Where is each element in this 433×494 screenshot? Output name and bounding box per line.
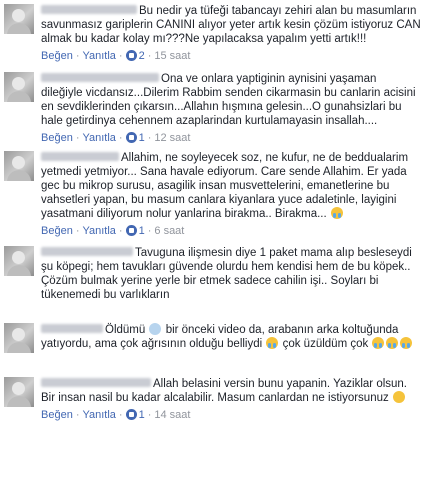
timestamp[interactable]: 15 saat [154, 50, 190, 62]
comment-actions: Beğen · Yanıtla · 2 · 15 saat [41, 50, 191, 62]
comment-text: Allahim, ne soyleyecek soz, ne kufur, ne… [41, 152, 409, 220]
comment-text: Bu nedir ya tüfeği tabancayı zehiri alan… [41, 5, 421, 45]
reply-button[interactable]: Yanıtla [82, 132, 115, 144]
like-count[interactable]: 1 [139, 225, 145, 237]
comment-text: Öldümü bir önceki video da, arabanın ark… [41, 323, 421, 351]
crying-face-icon [386, 337, 399, 349]
like-count-icon[interactable] [125, 225, 137, 236]
comment-text: Tavuguna ilişmesin diye 1 paket mama alı… [41, 247, 412, 301]
like-button[interactable]: Beğen [41, 50, 73, 62]
redacted-author-name[interactable] [41, 73, 159, 82]
timestamp[interactable]: 12 saat [154, 132, 190, 144]
comment-text: Ona ve onlara yaptiginin aynisini yaşama… [41, 73, 416, 127]
like-count-icon[interactable] [125, 50, 137, 61]
avatar[interactable] [4, 323, 34, 353]
like-button[interactable]: Beğen [41, 409, 73, 421]
comment-actions: Beğen · Yanıtla · 1 · 6 saat [41, 225, 185, 237]
like-count-icon[interactable] [125, 409, 137, 420]
like-button[interactable]: Beğen [41, 132, 73, 144]
timestamp[interactable]: 6 saat [154, 225, 184, 237]
avatar[interactable] [4, 4, 34, 34]
timestamp[interactable]: 14 saat [154, 409, 190, 421]
like-count[interactable]: 1 [139, 409, 145, 421]
reply-button[interactable]: Yanıtla [82, 409, 115, 421]
disappointed-face-icon [266, 337, 279, 349]
like-button[interactable]: Beğen [41, 225, 73, 237]
crying-face-icon [372, 337, 385, 349]
avatar[interactable] [4, 72, 34, 102]
redacted-author-name[interactable] [41, 324, 103, 333]
avatar[interactable] [4, 377, 34, 407]
redacted-author-name[interactable] [41, 152, 119, 161]
redacted-author-name[interactable] [41, 247, 133, 256]
reply-button[interactable]: Yanıtla [82, 50, 115, 62]
smiling-face-icon [392, 391, 405, 403]
reply-button[interactable]: Yanıtla [82, 225, 115, 237]
redacted-author-name[interactable] [41, 378, 151, 387]
comment-actions: Beğen · Yanıtla · 1 · 14 saat [41, 409, 191, 421]
crying-face-icon [400, 337, 413, 349]
comment-text: Allah belasini versin bunu yapanin. Yazi… [41, 378, 408, 404]
crying-face-icon [330, 207, 343, 219]
redacted-author-name[interactable] [41, 5, 137, 14]
like-count[interactable]: 1 [139, 132, 145, 144]
like-count[interactable]: 2 [139, 50, 145, 62]
like-count-icon[interactable] [125, 132, 137, 143]
avatar[interactable] [4, 246, 34, 276]
screaming-face-icon [149, 323, 162, 335]
comment-actions: Beğen · Yanıtla · 1 · 12 saat [41, 132, 191, 144]
avatar[interactable] [4, 151, 34, 181]
